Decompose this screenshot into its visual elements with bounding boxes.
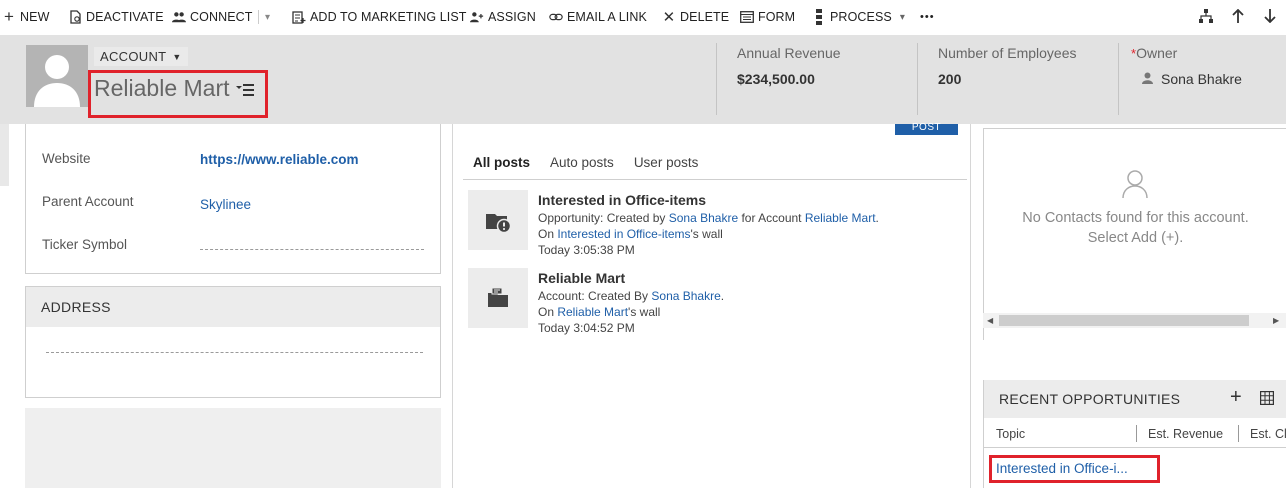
assign-icon	[470, 10, 484, 24]
empty-section	[25, 408, 441, 488]
contact-person-icon	[1122, 170, 1148, 199]
avatar[interactable]	[26, 45, 88, 107]
column-est-close[interactable]: Est. Clo	[1250, 427, 1286, 441]
document-deactivate-icon	[68, 10, 82, 24]
connect-button[interactable]: CONNECT	[172, 3, 253, 31]
ellipsis-icon: •••	[920, 11, 935, 23]
wall-link[interactable]: Reliable Mart	[557, 305, 628, 319]
delete-button[interactable]: ✕ DELETE	[662, 3, 729, 31]
column-separator	[1238, 425, 1239, 442]
column-divider	[970, 124, 971, 488]
record-menu-icon[interactable]	[236, 83, 254, 97]
post-timestamp: Today 3:04:52 PM	[538, 321, 635, 335]
person-silhouette-icon	[34, 55, 80, 107]
arrow-up-icon[interactable]	[1222, 8, 1254, 26]
opportunities-grid-header: Topic Est. Revenue Est. Clo	[983, 418, 1286, 448]
plus-icon: +	[3, 7, 15, 26]
post-title: Reliable Mart	[538, 270, 626, 286]
caret-down-icon: ▼	[172, 51, 182, 62]
process-icon	[812, 9, 826, 25]
record-header: ACCOUNT ▼ Reliable Mart Annual Revenue $…	[0, 35, 1286, 124]
ticker-symbol-input[interactable]	[200, 249, 424, 250]
employees-field: Number of Employees 200	[938, 45, 1077, 87]
address-section-title: ADDRESS	[26, 287, 440, 327]
owner-link[interactable]: Sona Bhakre	[1142, 71, 1286, 87]
entity-type-selector[interactable]: ACCOUNT ▼	[94, 47, 188, 66]
link-icon	[549, 10, 563, 24]
process-button[interactable]: PROCESS ▾	[812, 3, 905, 31]
people-icon	[172, 10, 186, 24]
command-bar: + NEW DEACTIVATE CONNECT ▾ ADD TO MARKET…	[0, 0, 1286, 34]
address-input[interactable]	[46, 352, 423, 353]
account-link[interactable]: Reliable Mart	[805, 211, 876, 225]
arrow-down-icon[interactable]	[1254, 8, 1286, 26]
wall-link[interactable]: Interested in Office-items	[557, 227, 690, 241]
website-link[interactable]: https://www.reliable.com	[200, 152, 359, 167]
more-commands-button[interactable]: •••	[920, 3, 935, 31]
user-link[interactable]: Sona Bhakre	[651, 289, 720, 303]
tab-auto-posts[interactable]: Auto posts	[540, 150, 624, 179]
add-opportunity-icon[interactable]: +	[1230, 386, 1242, 409]
deactivate-button[interactable]: DEACTIVATE	[68, 3, 164, 31]
column-divider	[452, 124, 453, 488]
post-timestamp: Today 3:05:38 PM	[538, 243, 635, 257]
form-icon	[740, 10, 754, 24]
recent-opportunities-title: RECENT OPPORTUNITIES	[999, 391, 1181, 407]
column-est-revenue[interactable]: Est. Revenue	[1148, 427, 1223, 441]
navigation-controls	[1190, 0, 1286, 34]
chevron-down-icon: ▾	[899, 11, 905, 23]
close-icon: ✕	[662, 9, 676, 26]
new-button[interactable]: + NEW	[2, 3, 49, 31]
grid-view-icon[interactable]	[1260, 391, 1274, 405]
record-name[interactable]: Reliable Mart	[94, 75, 230, 102]
recent-opportunities-header: RECENT OPPORTUNITIES +	[983, 380, 1286, 418]
connect-dropdown-button[interactable]: ▾	[258, 3, 270, 31]
user-icon	[1142, 72, 1153, 87]
toolbar-divider	[258, 10, 259, 24]
form-button[interactable]: FORM	[740, 3, 795, 31]
post-button[interactable]: POST	[895, 123, 958, 135]
scroll-left-icon[interactable]: ◀	[987, 313, 993, 328]
user-link[interactable]: Sona Bhakre	[669, 211, 738, 225]
annual-revenue-field: Annual Revenue $234,500.00	[737, 45, 841, 87]
summary-section: Website https://www.reliable.com Parent …	[25, 124, 441, 274]
address-section: ADDRESS	[25, 286, 441, 398]
owner-field: *Owner Sona Bhakre	[1111, 43, 1286, 115]
horizontal-scrollbar[interactable]: ◀ ▶	[983, 313, 1286, 328]
chevron-down-icon: ▾	[265, 11, 271, 23]
post-title: Interested in Office-items	[538, 192, 707, 208]
tab-all-posts[interactable]: All posts	[463, 150, 540, 179]
account-icon	[468, 268, 528, 328]
hierarchy-icon[interactable]	[1190, 8, 1222, 26]
contacts-empty-message: No Contacts found for this account. Sele…	[1022, 210, 1249, 246]
list-add-icon	[292, 10, 306, 24]
opportunity-icon	[468, 190, 528, 250]
column-topic[interactable]: Topic	[996, 427, 1025, 441]
contacts-subgrid: No Contacts found for this account. Sele…	[983, 128, 1286, 340]
opportunity-link[interactable]: Interested in Office-i...	[996, 461, 1128, 476]
add-to-marketing-list-button[interactable]: ADD TO MARKETING LIST	[292, 3, 467, 31]
scroll-gutter	[0, 124, 9, 186]
tab-user-posts[interactable]: User posts	[624, 150, 709, 179]
column-separator	[1136, 425, 1137, 442]
assign-button[interactable]: ASSIGN	[470, 3, 536, 31]
scroll-right-icon[interactable]: ▶	[1273, 313, 1279, 328]
post-tabs: All posts Auto posts User posts	[463, 150, 967, 180]
email-a-link-button[interactable]: EMAIL A LINK	[549, 3, 647, 31]
scrollbar-thumb[interactable]	[999, 315, 1249, 326]
parent-account-link[interactable]: Skylinee	[200, 197, 251, 212]
